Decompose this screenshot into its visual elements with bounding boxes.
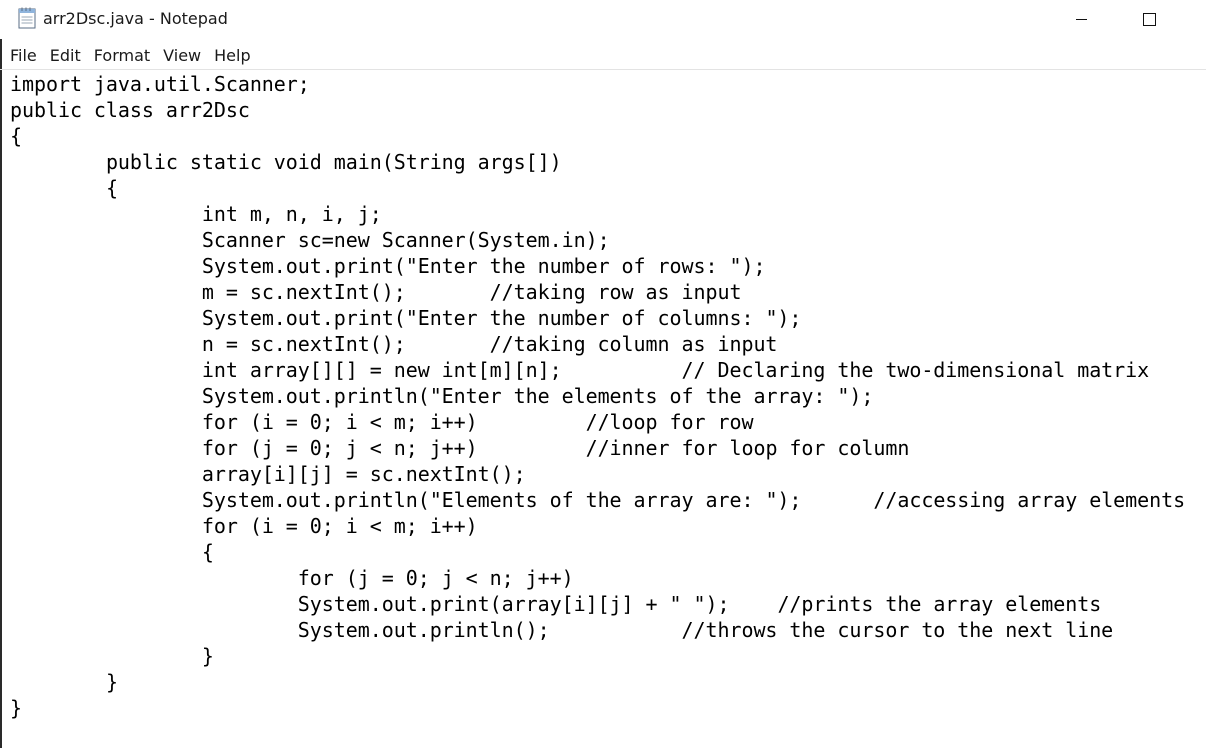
maximize-button[interactable] bbox=[1114, 0, 1184, 39]
code-line: System.out.println("Elements of the arra… bbox=[10, 488, 1186, 512]
text-editor-area[interactable]: import java.util.Scanner; public class ar… bbox=[10, 71, 1200, 741]
code-line: for (i = 0; i < m; i++) //loop for row bbox=[10, 410, 754, 434]
window-title: arr2Dsc.java - Notepad bbox=[43, 9, 228, 28]
code-line: int array[][] = new int[m][n]; // Declar… bbox=[10, 358, 1150, 382]
code-line: System.out.print("Enter the number of ro… bbox=[10, 254, 766, 278]
code-line: { bbox=[10, 124, 22, 148]
code-line: System.out.println("Enter the elements o… bbox=[10, 384, 874, 408]
code-line: { bbox=[10, 176, 118, 200]
code-line: for (j = 0; j < n; j++) bbox=[10, 566, 574, 590]
code-line: { bbox=[10, 540, 214, 564]
menu-format[interactable]: Format bbox=[86, 44, 155, 68]
menu-file[interactable]: File bbox=[0, 44, 42, 68]
code-line: m = sc.nextInt(); //taking row as input bbox=[10, 280, 742, 304]
minimize-icon bbox=[1075, 19, 1087, 20]
notepad-window: arr2Dsc.java - Notepad File Edit Format … bbox=[0, 0, 1206, 748]
menu-separator bbox=[0, 69, 1206, 70]
notepad-icon bbox=[18, 7, 36, 29]
code-line: int m, n, i, j; bbox=[10, 202, 382, 226]
code-line: for (j = 0; j < n; j++) //inner for loop… bbox=[10, 436, 910, 460]
code-line: System.out.println(); //throws the curso… bbox=[10, 618, 1114, 642]
menu-bar: File Edit Format View Help bbox=[0, 44, 1206, 68]
code-line: public static void main(String args[]) bbox=[10, 150, 562, 174]
menu-view[interactable]: View bbox=[155, 44, 206, 68]
code-line: } bbox=[10, 644, 214, 668]
code-line: System.out.print(array[i][j] + " "); //p… bbox=[10, 592, 1102, 616]
code-line: } bbox=[10, 696, 22, 720]
code-line: n = sc.nextInt(); //taking column as inp… bbox=[10, 332, 778, 356]
code-line: import java.util.Scanner; bbox=[10, 72, 310, 96]
window-left-edge bbox=[0, 0, 2, 748]
code-line: public class arr2Dsc bbox=[10, 98, 250, 122]
code-line: Scanner sc=new Scanner(System.in); bbox=[10, 228, 610, 252]
code-text: import java.util.Scanner; public class ar… bbox=[10, 71, 1200, 721]
minimize-button[interactable] bbox=[1046, 0, 1116, 39]
menu-edit[interactable]: Edit bbox=[42, 44, 86, 68]
maximize-icon bbox=[1142, 13, 1156, 26]
code-line: array[i][j] = sc.nextInt(); bbox=[10, 462, 526, 486]
menu-help[interactable]: Help bbox=[206, 44, 255, 68]
code-line: System.out.print("Enter the number of co… bbox=[10, 306, 802, 330]
code-line: for (i = 0; i < m; i++) bbox=[10, 514, 478, 538]
code-line: } bbox=[10, 670, 118, 694]
title-bar[interactable]: arr2Dsc.java - Notepad bbox=[0, 0, 1206, 39]
